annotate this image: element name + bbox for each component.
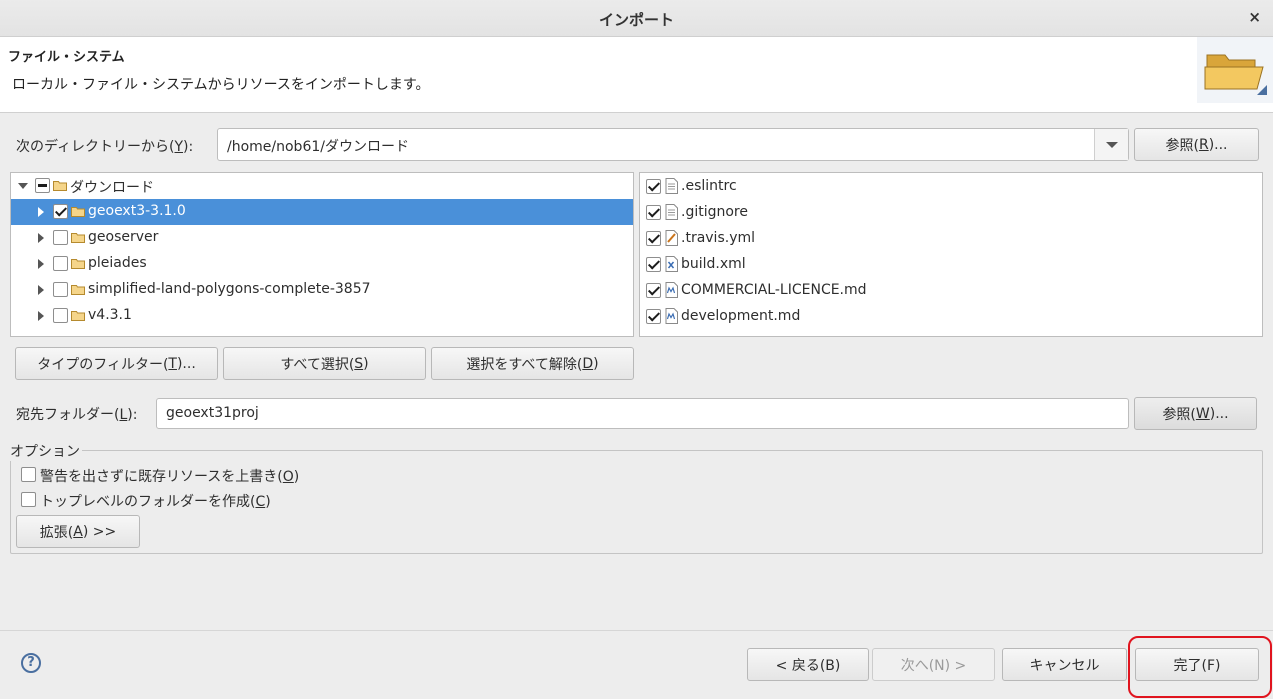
chevron-right-icon[interactable] (38, 233, 44, 243)
text-file-icon (665, 178, 678, 194)
folder-icon (71, 233, 85, 243)
file-checkbox[interactable] (646, 205, 661, 220)
markdown-file-icon (665, 308, 678, 324)
file-checkbox[interactable] (646, 257, 661, 272)
yaml-file-icon (665, 230, 678, 246)
file-label: .eslintrc (681, 178, 737, 194)
options-legend: オプション (10, 441, 82, 461)
file-row[interactable]: development.md (640, 304, 1262, 330)
source-dir-value[interactable]: /home/nob61/ダウンロード (227, 136, 409, 156)
close-icon[interactable]: × (1248, 8, 1261, 26)
source-dir-combo[interactable]: /home/nob61/ダウンロード (217, 128, 1129, 161)
folder-tree[interactable]: ダウンロード geoext3-3.1.0 geoserver pleiades … (10, 172, 634, 337)
text-file-icon (665, 204, 678, 220)
help-icon[interactable]: ? (21, 653, 41, 673)
destination-label: 宛先フォルダー(L): (16, 407, 138, 423)
title-bar: インポート × (0, 0, 1273, 37)
file-list[interactable]: .eslintrc .gitignore .travis.yml build.x… (639, 172, 1263, 337)
file-label: COMMERCIAL-LICENCE.md (681, 282, 867, 298)
tree-item-label: simplified-land-polygons-complete-3857 (88, 281, 371, 297)
folder-icon (71, 311, 85, 321)
file-label: .travis.yml (681, 230, 756, 246)
tree-checkbox[interactable] (53, 282, 68, 297)
file-checkbox[interactable] (646, 231, 661, 246)
finish-button[interactable]: 完了(F) (1135, 648, 1259, 681)
chevron-right-icon[interactable] (38, 285, 44, 295)
tree-row[interactable]: v4.3.1 (11, 303, 633, 329)
overwrite-label[interactable]: 警告を出さずに既存リソースを上書き(O) (40, 466, 299, 486)
file-checkbox[interactable] (646, 309, 661, 324)
page-heading: ファイル・システム (8, 50, 125, 65)
tree-checkbox[interactable] (53, 256, 68, 271)
overwrite-checkbox[interactable] (21, 467, 36, 482)
browse-destination-button[interactable]: 参照(W)... (1134, 397, 1257, 430)
folder-open-icon (1197, 37, 1273, 103)
page-description: ローカル・ファイル・システムからリソースをインポートします。 (12, 77, 430, 93)
footer-divider (0, 630, 1273, 631)
create-toplevel-checkbox[interactable] (21, 492, 36, 507)
file-row[interactable]: .gitignore (640, 200, 1262, 226)
create-toplevel-label[interactable]: トップレベルのフォルダーを作成(C) (40, 491, 271, 511)
tree-row[interactable]: pleiades (11, 251, 633, 277)
folder-icon (71, 207, 85, 217)
file-row[interactable]: COMMERCIAL-LICENCE.md (640, 278, 1262, 304)
cancel-button[interactable]: キャンセル (1002, 648, 1127, 681)
tree-row[interactable]: geoserver (11, 225, 633, 251)
file-row[interactable]: .eslintrc (640, 174, 1262, 200)
tree-item-label: pleiades (88, 255, 147, 271)
advanced-button[interactable]: 拡張(A) >> (16, 515, 140, 548)
folder-icon (71, 285, 85, 295)
file-row[interactable]: .travis.yml (640, 226, 1262, 252)
deselect-all-button[interactable]: 選択をすべて解除(D) (431, 347, 634, 380)
chevron-down-icon[interactable] (1094, 129, 1128, 160)
browse-source-button[interactable]: 参照(R)... (1134, 128, 1259, 161)
file-label: .gitignore (681, 204, 748, 220)
destination-value[interactable]: geoext31proj (166, 405, 259, 421)
tree-row[interactable]: ダウンロード (11, 173, 633, 199)
markdown-file-icon (665, 282, 678, 298)
chevron-right-icon[interactable] (38, 207, 44, 217)
wizard-banner: ファイル・システム ローカル・ファイル・システムからリソースをインポートします。 (0, 37, 1273, 113)
tree-item-label: geoext3-3.1.0 (88, 203, 186, 219)
file-label: development.md (681, 308, 801, 324)
tree-item-label: v4.3.1 (88, 307, 132, 323)
next-button[interactable]: 次へ(N) > (872, 648, 995, 681)
folder-icon (71, 259, 85, 269)
chevron-right-icon[interactable] (38, 259, 44, 269)
chevron-right-icon[interactable] (38, 311, 44, 321)
filter-types-button[interactable]: タイプのフィルター(T)... (15, 347, 218, 380)
tri-state-checkbox[interactable] (35, 178, 50, 193)
tree-row[interactable]: simplified-land-polygons-complete-3857 (11, 277, 633, 303)
file-row[interactable]: build.xml (640, 252, 1262, 278)
tree-item-label: ダウンロード (70, 180, 154, 196)
chevron-down-icon[interactable] (18, 183, 28, 189)
tree-row[interactable]: geoext3-3.1.0 (11, 199, 633, 225)
tree-checkbox[interactable] (53, 308, 68, 323)
tree-item-label: geoserver (88, 229, 159, 245)
file-checkbox[interactable] (646, 283, 661, 298)
tree-checkbox[interactable] (53, 230, 68, 245)
window-title: インポート (598, 11, 674, 29)
source-dir-label: 次のディレクトリーから(Y): (16, 139, 194, 155)
tree-checkbox[interactable] (53, 204, 68, 219)
destination-input[interactable]: geoext31proj (156, 398, 1129, 429)
file-checkbox[interactable] (646, 179, 661, 194)
back-button[interactable]: < 戻る(B) (747, 648, 869, 681)
file-label: build.xml (681, 256, 746, 272)
xml-file-icon (665, 256, 678, 272)
select-all-button[interactable]: すべて選択(S) (223, 347, 426, 380)
folder-icon (53, 181, 67, 191)
